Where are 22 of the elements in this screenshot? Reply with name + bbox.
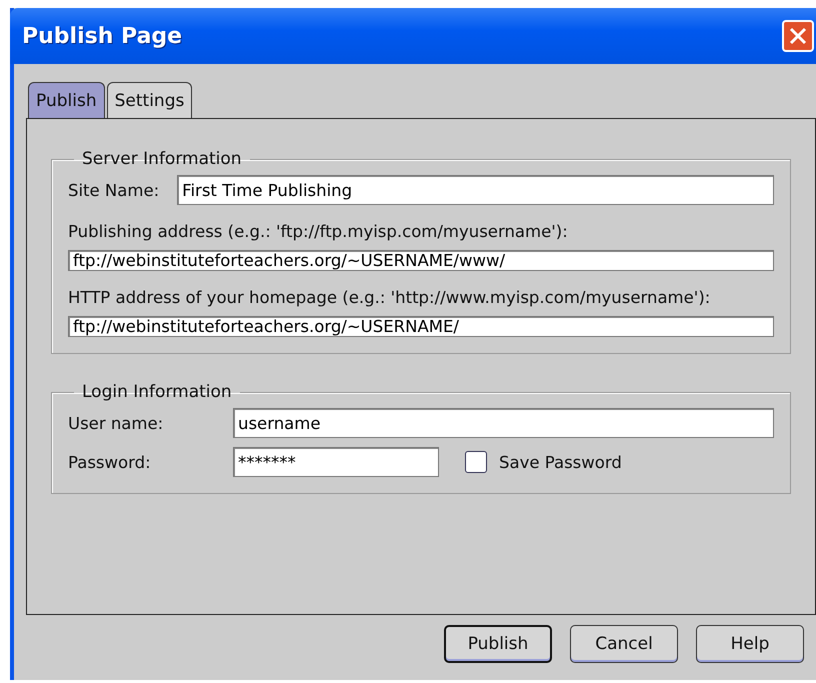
group-legend: Login Information bbox=[74, 382, 240, 402]
password-field[interactable]: ******* bbox=[233, 447, 439, 477]
tab[interactable]: Settings bbox=[106, 82, 192, 118]
field-label: Publishing address (e.g.: 'ftp://ftp.myisp.com/myusername'): bbox=[68, 222, 569, 241]
field-label: Site Name: bbox=[68, 180, 160, 200]
tab[interactable]: Publish bbox=[28, 82, 105, 118]
field-label: Password: bbox=[68, 452, 152, 472]
field-label: User name: bbox=[68, 414, 164, 432]
window-title: Publish Page bbox=[22, 24, 182, 48]
close-icon bbox=[788, 26, 808, 46]
checkbox-label: Save Password bbox=[499, 452, 622, 472]
dialog-button[interactable]: Help bbox=[696, 625, 804, 663]
dialog-button[interactable]: Cancel bbox=[570, 625, 678, 663]
dialog-button[interactable]: Publish bbox=[444, 625, 552, 663]
checkbox[interactable] bbox=[465, 451, 487, 473]
input-field[interactable]: First Time Publishing bbox=[177, 175, 774, 205]
field-label: HTTP address of your homepage (e.g.: 'http://www.myisp.com/myusername'): bbox=[68, 288, 712, 307]
close-button[interactable] bbox=[782, 20, 814, 52]
group-legend: Server Information bbox=[74, 149, 250, 169]
input-field[interactable]: ftp://webinstituteforteachers.org/~USERNAME/ bbox=[68, 316, 774, 337]
input-field[interactable]: username bbox=[233, 408, 774, 438]
input-field[interactable]: ftp://webinstituteforteachers.org/~USERNAME/www/ bbox=[68, 250, 774, 271]
